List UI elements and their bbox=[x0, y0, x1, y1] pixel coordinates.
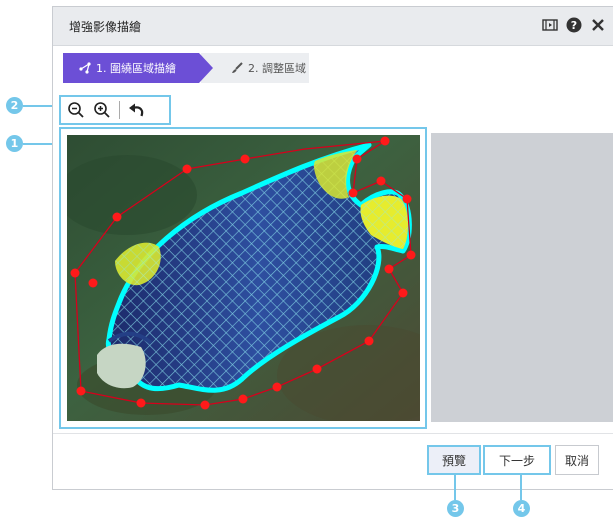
titlebar-icons: ? bbox=[541, 16, 607, 34]
help-icon[interactable]: ? bbox=[565, 16, 583, 34]
callout-line-3 bbox=[454, 474, 456, 500]
video-icon[interactable] bbox=[541, 16, 559, 34]
tab-step-adjust[interactable]: 2. 調整區域 bbox=[201, 53, 309, 83]
close-icon[interactable] bbox=[589, 16, 607, 34]
polygon-lasso-icon bbox=[79, 62, 91, 74]
zoom-out-icon[interactable] bbox=[65, 99, 87, 121]
cancel-button[interactable]: 取消 bbox=[555, 445, 599, 475]
tab-step-outline[interactable]: 1. 圍繞區域描繪 bbox=[63, 53, 213, 83]
callout-badge-1: 1 bbox=[6, 135, 23, 152]
enhance-image-dialog: 增強影像描繪 ? 1. 圍繞區域描繪 2. 調整區域 預覽 下一步 取消 bbox=[52, 6, 613, 490]
step-tabs: 1. 圍繞區域描繪 2. 調整區域 bbox=[63, 53, 309, 83]
brush-icon bbox=[231, 62, 243, 74]
toolbar-divider bbox=[119, 101, 120, 119]
undo-icon[interactable] bbox=[126, 99, 148, 121]
tab-step-adjust-label: 2. 調整區域 bbox=[248, 62, 306, 75]
callout-badge-3: 3 bbox=[447, 500, 464, 517]
preview-button[interactable]: 預覽 bbox=[427, 445, 481, 475]
image-canvas-frame bbox=[57, 127, 457, 429]
dialog-title: 增強影像描繪 bbox=[69, 20, 142, 34]
tab-step-outline-label: 1. 圍繞區域描繪 bbox=[96, 62, 176, 75]
preview-panel bbox=[431, 133, 613, 422]
zoom-in-icon[interactable] bbox=[91, 99, 113, 121]
callout-badge-2: 2 bbox=[6, 97, 23, 114]
callout-badge-4: 4 bbox=[513, 500, 530, 517]
dialog-titlebar: 增強影像描繪 ? bbox=[53, 7, 613, 46]
callout-line-4 bbox=[520, 474, 522, 500]
zoom-toolbar bbox=[59, 95, 171, 125]
svg-text:?: ? bbox=[571, 19, 577, 32]
footer-divider bbox=[53, 433, 613, 434]
next-step-button[interactable]: 下一步 bbox=[483, 445, 551, 475]
fish-image-canvas[interactable] bbox=[57, 135, 457, 425]
